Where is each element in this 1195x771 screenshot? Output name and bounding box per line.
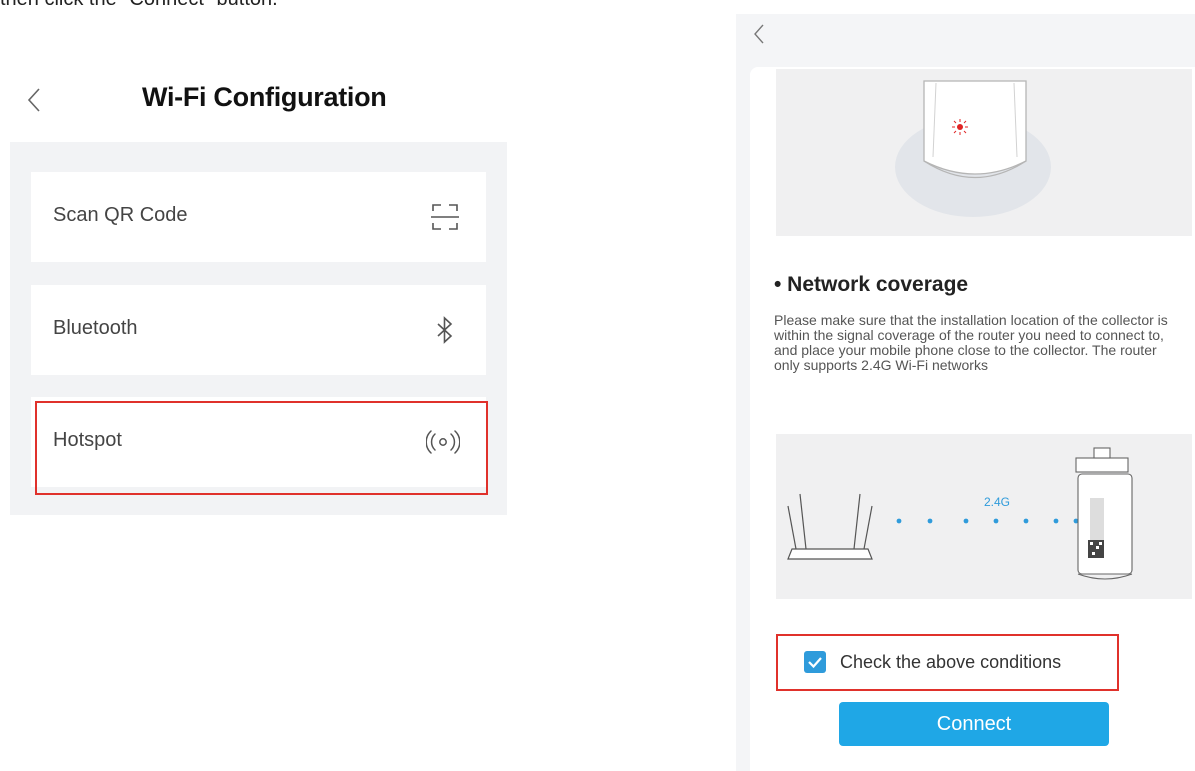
info-card: • Network coverage Please make sure that… xyxy=(750,67,1195,771)
collector-indicator-illustration xyxy=(776,69,1192,236)
connect-button[interactable]: Connect xyxy=(839,702,1109,746)
collector-led-image xyxy=(895,80,1051,217)
bluetooth-icon xyxy=(437,316,453,344)
section-description: Please make sure that the installation l… xyxy=(774,312,1168,373)
option-bluetooth[interactable]: Bluetooth xyxy=(31,285,486,375)
network-coverage-screen: • Network coverage Please make sure that… xyxy=(736,14,1195,771)
section-title: • Network coverage xyxy=(774,273,969,296)
router-collector-image: 2.4G xyxy=(787,447,1133,580)
hotspot-highlight xyxy=(35,401,488,495)
band-label: 2.4G xyxy=(984,495,1010,509)
option-scan-qr-code[interactable]: Scan QR Code xyxy=(31,172,486,262)
option-label: Scan QR Code xyxy=(53,204,188,226)
option-label: Bluetooth xyxy=(53,317,138,339)
checkbox-highlight xyxy=(776,634,1119,691)
back-arrow-icon[interactable] xyxy=(26,86,42,114)
back-arrow-icon[interactable] xyxy=(752,22,766,46)
router-collector-illustration: 2.4G xyxy=(776,434,1192,599)
scan-qr-icon xyxy=(431,204,459,230)
wifi-config-screen: Wi-Fi Configuration Scan QR Code Bluetoo… xyxy=(0,60,520,520)
instruction-caption: then click the "Connect" button. xyxy=(0,0,278,11)
page-title: Wi-Fi Configuration xyxy=(142,82,387,112)
